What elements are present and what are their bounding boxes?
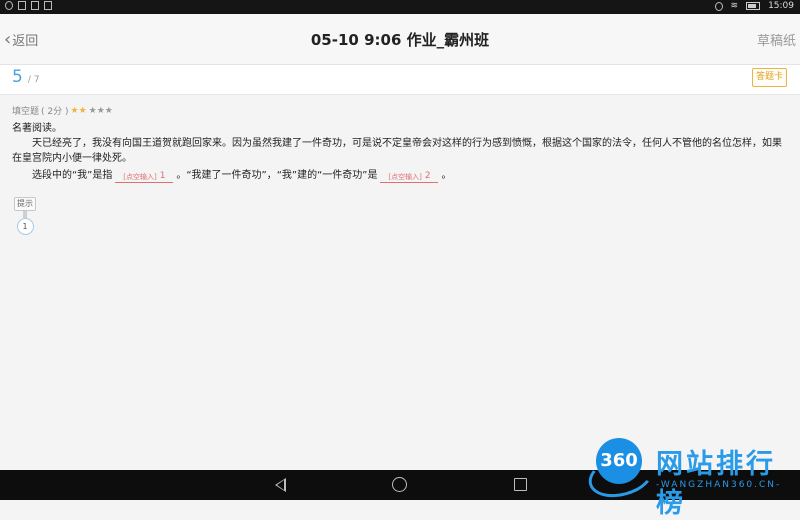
alarm-icon: [714, 1, 723, 11]
battery-icon: [746, 2, 761, 10]
question-score: ( 2分 ): [41, 107, 69, 117]
status-time: 15:09: [768, 1, 794, 11]
total-questions: / 7: [27, 75, 40, 85]
difficulty-stars-filled: ★★: [70, 105, 87, 116]
nav-bar: ‹ 返回 05-10 9:06 作业_霸州班 草稿纸: [0, 14, 800, 65]
answer-blank-1[interactable]: [点空输入] 1: [115, 169, 174, 183]
blank-1-number: 1: [159, 170, 166, 181]
status-system-icons: ≋ 15:09: [714, 1, 794, 11]
blank-2-placeholder: [点空输入]: [388, 172, 422, 181]
question-type: 填空题: [12, 107, 40, 117]
blank-1-placeholder: [点空输入]: [123, 172, 157, 181]
hint-button[interactable]: 提示: [14, 197, 36, 211]
draft-paper-button[interactable]: 草稿纸: [757, 30, 796, 49]
usb-icon: [5, 1, 13, 10]
fill-text-2: 。“我建了一件奇功”，“我”建的“一件奇功”是: [176, 170, 378, 181]
hint-connector: [23, 211, 27, 218]
question-meta: 填空题 ( 2分 ) ★★ ★★★: [12, 104, 788, 118]
watermark-url: -WANGZHAN360.CN-: [656, 480, 782, 490]
status-notification-icons: [5, 1, 52, 10]
question-passage: 天已经亮了，我没有向国王道贺就跑回家来。因为虽然我建了一件奇功，可是说不定皇帝会…: [12, 138, 782, 164]
blank-2-number: 2: [424, 170, 431, 181]
question-progress-bar: 5 / 7 答题卡: [0, 65, 800, 95]
nav-back-icon[interactable]: [275, 478, 286, 492]
watermark-logo: 360 网站排行榜 -WANGZHAN360.CN-: [583, 436, 800, 519]
question-counter: 5 / 7: [12, 67, 40, 87]
nav-recents-icon[interactable]: [514, 478, 527, 491]
current-question-number: 5: [12, 67, 23, 87]
answer-card-button[interactable]: 答题卡: [751, 68, 787, 87]
difficulty-stars-empty: ★★★: [88, 105, 113, 116]
image-icon: [31, 1, 39, 10]
hint-widget: 提示 1: [12, 191, 38, 235]
hint-number-badge[interactable]: 1: [16, 218, 34, 235]
fill-text-3: 。: [441, 170, 452, 181]
nav-home-icon[interactable]: [392, 477, 407, 492]
fill-in-sentence: 选段中的“我”是指 [点空输入] 1 。“我建了一件奇功”，“我”建的“一件奇功…: [32, 168, 788, 183]
sim-icon: [44, 1, 52, 10]
page-title: 05-10 9:06 作业_霸州班: [310, 31, 490, 49]
wifi-icon: ≋: [730, 1, 739, 11]
answer-blank-2[interactable]: [点空输入] 2: [380, 169, 439, 183]
question-content: 填空题 ( 2分 ) ★★ ★★★ 名著阅读。 天已经亮了，我没有向国王道贺就跑回…: [12, 104, 788, 183]
status-bar: ≋ 15:09: [0, 0, 800, 14]
screenshot-icon: [18, 1, 26, 10]
fill-text-1: 选段中的“我”是指: [32, 170, 113, 181]
watermark-360-logo: 360: [596, 438, 642, 484]
question-title: 名著阅读。: [12, 123, 62, 134]
